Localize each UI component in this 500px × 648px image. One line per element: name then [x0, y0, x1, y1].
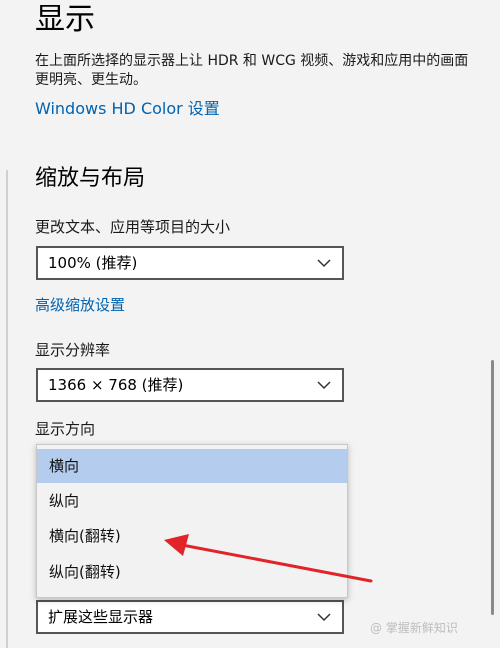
- chevron-down-icon: [317, 613, 331, 622]
- hdr-description: 在上面所选择的显示器上让 HDR 和 WCG 视频、游戏和应用中的画面更明亮、更…: [35, 53, 469, 88]
- text-size-select[interactable]: 100% (推荐): [36, 246, 344, 280]
- scale-layout-heading: 缩放与布局: [35, 166, 146, 191]
- orientation-option-portrait-flipped[interactable]: 纵向(翻转): [37, 555, 347, 589]
- multi-display-value: 扩展这些显示器: [48, 608, 154, 626]
- orientation-option-landscape-flipped[interactable]: 横向(翻转): [37, 519, 347, 553]
- orientation-option-landscape[interactable]: 横向: [37, 449, 347, 483]
- multi-display-select[interactable]: 扩展这些显示器: [36, 600, 344, 634]
- orientation-dropdown[interactable]: 横向 纵向 横向(翻转) 纵向(翻转): [36, 444, 348, 598]
- orientation-label: 显示方向: [35, 420, 96, 438]
- resolution-value: 1366 × 768 (推荐): [48, 376, 184, 394]
- watermark: @ 掌握新鲜知识: [370, 621, 458, 635]
- chevron-down-icon: [317, 381, 331, 390]
- chevron-down-icon: [317, 259, 331, 268]
- resolution-label: 显示分辨率: [35, 341, 111, 359]
- left-divider: [6, 170, 8, 648]
- settings-page: 显示 在上面所选择的显示器上让 HDR 和 WCG 视频、游戏和应用中的画面更明…: [0, 0, 500, 648]
- advanced-scaling-link[interactable]: 高级缩放设置: [35, 295, 125, 315]
- hd-color-settings-link[interactable]: Windows HD Color 设置: [35, 98, 220, 120]
- text-size-label: 更改文本、应用等项目的大小: [35, 218, 231, 236]
- orientation-option-portrait[interactable]: 纵向: [37, 484, 347, 518]
- resolution-select[interactable]: 1366 × 768 (推荐): [36, 368, 344, 402]
- scrollbar[interactable]: [491, 360, 494, 615]
- text-size-value: 100% (推荐): [48, 254, 138, 272]
- page-title: 显示: [35, 2, 95, 37]
